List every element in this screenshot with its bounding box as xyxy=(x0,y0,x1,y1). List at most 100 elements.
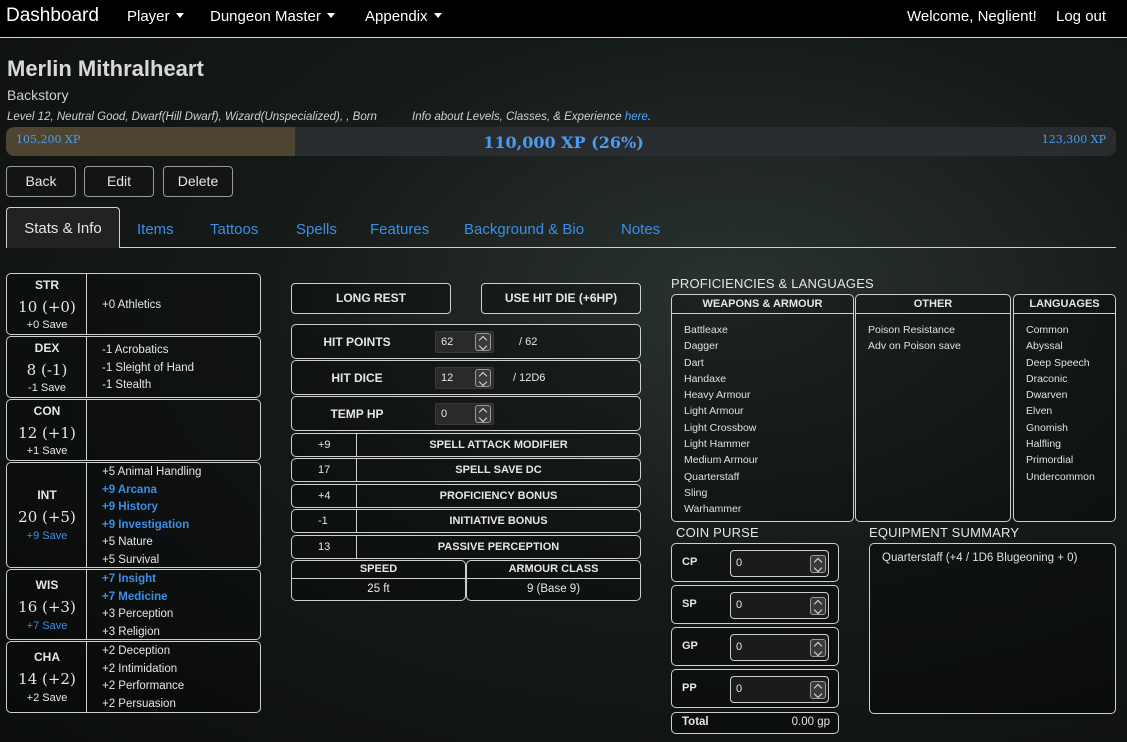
equipment-summary-box: Quarterstaff (+4 / 1D6 Blugeoning + 0) xyxy=(869,543,1116,714)
spinner-icon[interactable] xyxy=(810,597,826,615)
stat-abbreviation: CON xyxy=(33,404,61,418)
spinner-icon[interactable] xyxy=(475,405,491,423)
weapons-armour-header: WEAPONS & ARMOUR xyxy=(672,295,853,314)
spell-save-dc-row: 17 SPELL SAVE DC xyxy=(291,458,641,482)
tab-stats-info[interactable]: Stats & Info xyxy=(6,207,120,248)
coin-amount-input[interactable]: 0 xyxy=(730,592,829,619)
nav-menu-appendix[interactable]: Appendix xyxy=(365,8,442,25)
skill-item: +2 Performance xyxy=(102,680,185,692)
coin-row-pp: PP 0 xyxy=(671,669,839,708)
levels-info-link[interactable]: here xyxy=(625,111,648,123)
nav-menu-player[interactable]: Player xyxy=(127,8,184,25)
tab-features[interactable]: Features xyxy=(370,221,429,238)
weapon-proficiency: Handaxe xyxy=(684,372,727,385)
stat-score-cell: STR 10 (+0) +0 Save xyxy=(7,274,87,334)
stat-abbreviation: INT xyxy=(37,488,57,502)
weapon-proficiency: Dart xyxy=(684,356,704,369)
coin-purse-title: COIN PURSE xyxy=(676,525,759,540)
language-item: Common xyxy=(1026,324,1069,336)
spinner-icon[interactable] xyxy=(810,681,826,699)
tab-spells[interactable]: Spells xyxy=(296,221,337,238)
weapon-proficiency: Sling xyxy=(684,486,708,499)
languages-header: LANGUAGES xyxy=(1014,295,1115,314)
spinner-icon[interactable] xyxy=(475,369,491,387)
temp-hp-value: 0 xyxy=(441,408,448,420)
coin-amount-value: 0 xyxy=(736,557,743,569)
coin-total-row: Total 0.00 gp xyxy=(671,712,839,734)
stat-block-int: INT 20 (+5) +9 Save +5 Animal Handling +9 Ar… xyxy=(6,462,261,568)
modifier-value: +4 xyxy=(292,485,357,507)
stat-abbreviation: DEX xyxy=(34,341,60,355)
back-button[interactable]: Back xyxy=(6,166,76,197)
stat-block-dex: DEX 8 (-1) -1 Save -1 Acrobatics -1 Sleight … xyxy=(6,336,261,398)
proficiency-bonus-row: +4 PROFICIENCY BONUS xyxy=(291,484,641,508)
edit-button[interactable]: Edit xyxy=(84,166,154,197)
coin-amount-value: 0 xyxy=(736,599,743,611)
skill-item: +7 Medicine xyxy=(102,590,168,603)
coin-label: GP xyxy=(682,640,698,652)
skill-item: -1 Stealth xyxy=(102,379,152,391)
coin-row-cp: CP 0 xyxy=(671,543,839,582)
coin-row-sp: SP 0 xyxy=(671,585,839,624)
stat-score-cell: CON 12 (+1) +1 Save xyxy=(7,400,87,460)
character-description: Level 12, Neutral Good, Dwarf(Hill Dwarf… xyxy=(7,111,377,123)
coin-amount-input[interactable]: 0 xyxy=(730,676,829,703)
stat-score-cell: DEX 8 (-1) -1 Save xyxy=(7,337,87,397)
weapons-armour-box: WEAPONS & ARMOUR Battleaxe Dagger Dart Hand… xyxy=(671,294,854,522)
equipment-item: Quarterstaff (+4 / 1D6 Blugeoning + 0) xyxy=(882,552,1078,564)
tab-background-bio[interactable]: Background & Bio xyxy=(464,221,584,238)
coin-amount-value: 0 xyxy=(736,641,743,653)
armour-class-value: 9 (Base 9) xyxy=(526,583,581,595)
weapons-armour-list: Battleaxe Dagger Dart Handaxe Heavy Armour Li… xyxy=(684,322,758,518)
other-proficiencies-box: OTHER Poison Resistance Adv on Poison sav… xyxy=(855,294,1011,522)
stat-block-wis: WIS 16 (+3) +7 Save +7 Insight +7 Medicine +3… xyxy=(6,569,261,640)
other-proficiencies-list: Poison Resistance Adv on Poison save xyxy=(868,322,961,355)
tab-tattoos[interactable]: Tattoos xyxy=(210,221,258,238)
levels-info-text: Info about Levels, Classes, & Experience xyxy=(412,111,625,123)
brand-link[interactable]: Dashboard xyxy=(6,5,99,27)
skill-item: +3 Perception xyxy=(102,608,174,620)
stat-score: 14 (+2) xyxy=(18,670,76,688)
nav-menu-label: Appendix xyxy=(365,8,428,25)
tabs-divider xyxy=(6,247,1116,248)
spinner-icon[interactable] xyxy=(475,333,491,351)
backstory-link[interactable]: Backstory xyxy=(7,87,68,103)
nav-menu-dungeon-master[interactable]: Dungeon Master xyxy=(210,8,335,25)
language-item: Gnomish xyxy=(1026,421,1069,434)
other-proficiencies-header: OTHER xyxy=(856,295,1010,314)
caret-down-icon xyxy=(433,13,442,18)
coin-amount-input[interactable]: 0 xyxy=(730,550,829,577)
delete-button[interactable]: Delete xyxy=(163,166,233,197)
hit-points-max: / 62 xyxy=(519,336,538,348)
use-hit-die-button[interactable]: USE HIT DIE (+6HP) xyxy=(481,283,641,314)
hit-points-input[interactable]: 62 xyxy=(435,331,494,353)
saving-throw: +7 Save xyxy=(26,620,68,632)
skill-item: +3 Religion xyxy=(102,625,160,638)
stat-score: 16 (+3) xyxy=(18,598,76,616)
tab-notes[interactable]: Notes xyxy=(621,221,660,238)
xp-current-label: 110,000 XP (26%) xyxy=(483,133,644,152)
long-rest-button[interactable]: LONG REST xyxy=(291,283,451,314)
stat-score: 12 (+1) xyxy=(18,424,76,442)
stat-block-con: CON 12 (+1) +1 Save xyxy=(6,399,261,461)
skill-item: +0 Athletics xyxy=(102,299,162,311)
hit-dice-input[interactable]: 12 xyxy=(435,367,494,389)
weapon-proficiency: Dagger xyxy=(684,340,719,353)
language-item: Primordial xyxy=(1026,454,1074,467)
language-item: Undercommon xyxy=(1026,470,1095,483)
logout-link[interactable]: Log out xyxy=(1056,8,1106,25)
temp-hp-input[interactable]: 0 xyxy=(435,403,494,425)
spinner-icon[interactable] xyxy=(810,639,826,657)
modifier-label: INITIATIVE BONUS xyxy=(449,515,548,527)
weapon-proficiency: Light Armour xyxy=(684,405,744,418)
tab-items[interactable]: Items xyxy=(137,221,174,238)
coin-amount-input[interactable]: 0 xyxy=(730,634,829,661)
weapon-proficiency: Quarterstaff xyxy=(684,470,740,483)
modifier-label: PASSIVE PERCEPTION xyxy=(437,541,560,553)
skill-item: +9 History xyxy=(102,501,158,513)
hit-dice-label: HIT DICE xyxy=(331,371,383,385)
stat-score-cell: INT 20 (+5) +9 Save xyxy=(7,463,87,567)
modifier-label: SPELL SAVE DC xyxy=(455,464,542,476)
spinner-icon[interactable] xyxy=(810,555,826,573)
weapon-proficiency: Battleaxe xyxy=(684,324,728,336)
